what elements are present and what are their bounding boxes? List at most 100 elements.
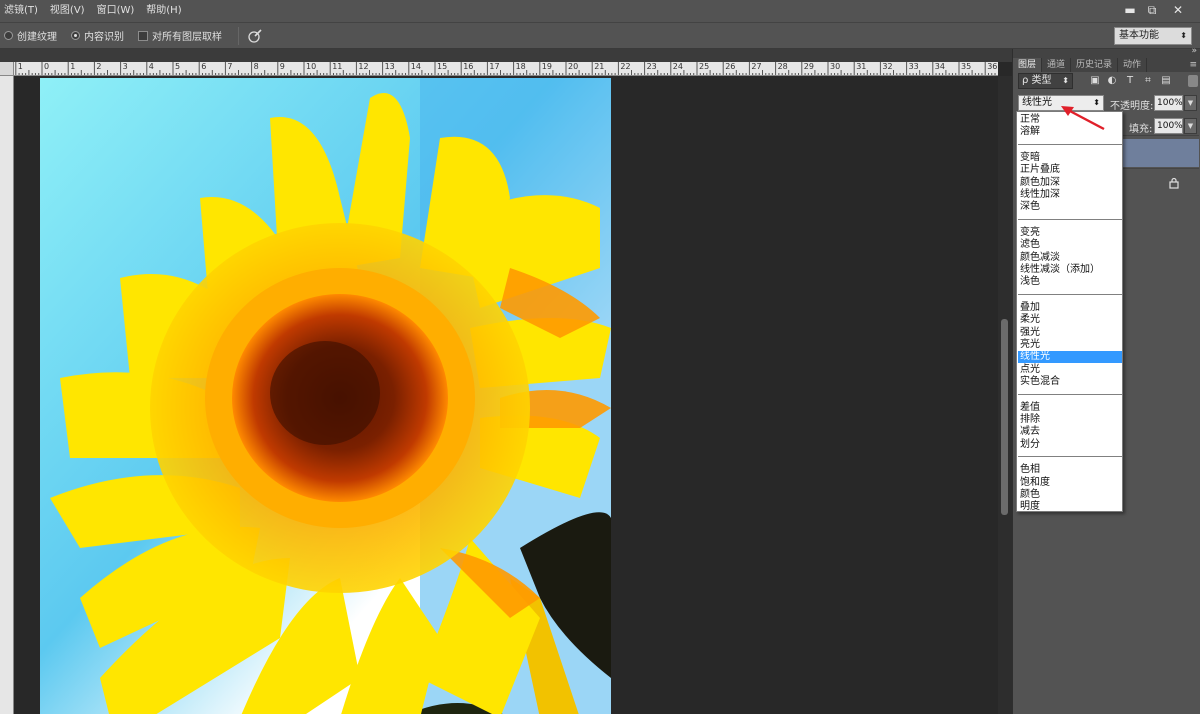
pixel-layer-filter-icon[interactable]: ▣ <box>1089 75 1101 87</box>
blend-mode-option[interactable]: 滤色 <box>1018 239 1122 251</box>
sample-all-layers-checkbox[interactable] <box>138 30 148 41</box>
ruler-label: 29 <box>803 62 814 71</box>
panel-tabs: 图层 通道 历史记录 动作 ≡ <box>1013 58 1200 72</box>
adjustment-filter-icon[interactable]: ◐ <box>1106 75 1118 87</box>
workspace-select[interactable]: 基本功能 ⬍ <box>1114 27 1192 45</box>
blend-mode-option[interactable]: 线性减淡（添加） <box>1018 264 1122 276</box>
blend-mode-option[interactable]: 线性加深 <box>1018 189 1122 201</box>
ruler-ticks <box>15 62 996 75</box>
content-aware-option[interactable]: 内容识别 <box>71 28 124 43</box>
lock-icon <box>1169 177 1179 189</box>
smart-object-filter-icon[interactable]: ▤ <box>1160 75 1172 87</box>
opacity-dropdown-button[interactable]: ▼ <box>1184 95 1197 111</box>
canvas-scrollbar[interactable] <box>998 76 1012 714</box>
tab-channels[interactable]: 通道 <box>1042 58 1072 72</box>
panel-header: » <box>1013 46 1200 58</box>
ruler-label: 14 <box>410 62 421 71</box>
create-texture-option[interactable]: 创建纹理 <box>4 28 57 43</box>
blend-mode-option[interactable]: 差值 <box>1018 402 1122 414</box>
vertical-ruler[interactable] <box>0 76 14 714</box>
blend-mode-option[interactable]: 点光 <box>1018 364 1122 376</box>
blend-mode-option[interactable]: 颜色减淡 <box>1018 252 1122 264</box>
ruler-label: 10 <box>306 62 317 71</box>
ruler-label: 17 <box>489 62 500 71</box>
blend-mode-option[interactable]: 柔光 <box>1018 314 1122 326</box>
content-aware-radio[interactable] <box>71 31 80 40</box>
blend-mode-option[interactable]: 浅色 <box>1018 276 1122 288</box>
ruler-label: 19 <box>541 62 552 71</box>
blend-mode-option[interactable]: 强光 <box>1018 327 1122 339</box>
ruler-label: 33 <box>908 62 919 71</box>
canvas-area[interactable] <box>14 76 998 714</box>
menu-help[interactable]: 帮助(H) <box>142 0 189 22</box>
fill-dropdown-button[interactable]: ▼ <box>1184 118 1197 134</box>
dropdown-divider <box>1018 393 1122 396</box>
create-texture-radio[interactable] <box>4 31 13 40</box>
pressure-brush-icon[interactable] <box>247 28 263 44</box>
horizontal-ruler[interactable]: 1 0 1 2 3 4 5 6 7 8 9 10 11 12 13 14 15 16 17 18 19 20 21 22 23 2… <box>14 62 998 76</box>
ruler-label: 32 <box>882 62 893 71</box>
blend-mode-option[interactable]: 叠加 <box>1018 302 1122 314</box>
tab-layers[interactable]: 图层 <box>1013 58 1043 72</box>
close-button[interactable]: ✕ <box>1164 0 1192 20</box>
options-divider <box>238 26 239 45</box>
menu-bar: 滤镜(T) 视图(V) 窗口(W) 帮助(H) ▬ ⧉ ✕ <box>0 0 1200 22</box>
menu-filter[interactable]: 滤镜(T) <box>0 0 46 22</box>
ruler-label: 13 <box>384 62 395 71</box>
sample-all-layers-label: 对所有图层取样 <box>152 32 222 43</box>
ruler-label: 1 <box>70 62 76 71</box>
ruler-label: 20 <box>568 62 579 71</box>
blend-mode-option[interactable]: 颜色 <box>1018 489 1122 501</box>
layer-kind-label: ρ 类型 <box>1022 75 1052 86</box>
scrollbar-thumb[interactable] <box>1001 319 1008 515</box>
ruler-label: 23 <box>646 62 657 71</box>
filter-toggle[interactable] <box>1188 75 1198 87</box>
blend-mode-option[interactable]: 颜色加深 <box>1018 177 1122 189</box>
chevron-down-icon: ⬍ <box>1180 31 1187 40</box>
ruler-label: 36 <box>987 62 998 71</box>
fill-input[interactable]: 100% <box>1154 118 1183 134</box>
ruler-label: 28 <box>777 62 788 71</box>
blend-mode-value: 线性光 <box>1022 97 1052 108</box>
tab-actions[interactable]: 动作 <box>1118 58 1148 72</box>
blend-mode-option[interactable]: 亮光 <box>1018 339 1122 351</box>
sample-all-layers-option[interactable]: 对所有图层取样 <box>138 28 222 43</box>
layer-row[interactable] <box>1122 168 1199 196</box>
ruler-label: 8 <box>253 62 259 71</box>
ruler-label: 16 <box>463 62 474 71</box>
blend-mode-option[interactable]: 实色混合 <box>1018 376 1122 388</box>
ruler-label: 21 <box>594 62 605 71</box>
blend-mode-option[interactable]: 明度 <box>1018 501 1122 513</box>
options-bar: 创建纹理 内容识别 对所有图层取样 基本功能 ⬍ <box>0 22 1200 49</box>
workspace-label: 基本功能 <box>1119 30 1159 41</box>
ruler-label: 25 <box>699 62 710 71</box>
blend-mode-option[interactable]: 划分 <box>1018 439 1122 451</box>
ruler-corner <box>0 62 14 76</box>
panel-menu-icon[interactable]: ≡ <box>1189 60 1197 70</box>
ruler-label: 22 <box>620 62 631 71</box>
blend-mode-option[interactable]: 变暗 <box>1018 152 1122 164</box>
chevron-down-icon: ⬍ <box>1062 76 1069 85</box>
content-aware-label: 内容识别 <box>84 32 124 43</box>
document-tab-strip <box>0 49 1012 62</box>
blend-mode-option[interactable]: 正片叠底 <box>1018 164 1122 176</box>
layer-row[interactable] <box>1122 139 1199 167</box>
opacity-input[interactable]: 100% <box>1154 95 1183 111</box>
blend-mode-option[interactable]: 饱和度 <box>1018 477 1122 489</box>
blend-mode-option[interactable]: 深色 <box>1018 201 1122 213</box>
blend-mode-option[interactable]: 变亮 <box>1018 227 1122 239</box>
layer-kind-select[interactable]: ρ 类型 ⬍ <box>1018 73 1073 89</box>
tab-history[interactable]: 历史记录 <box>1071 58 1119 72</box>
ruler-label: 9 <box>279 62 285 71</box>
blend-mode-option[interactable]: 减去 <box>1018 426 1122 438</box>
shape-filter-icon[interactable]: ⌗ <box>1142 75 1154 87</box>
blend-mode-option[interactable]: 色相 <box>1018 464 1122 476</box>
restore-button[interactable]: ⧉ <box>1138 0 1166 20</box>
dropdown-divider <box>1018 456 1122 459</box>
blend-mode-option[interactable]: 排除 <box>1018 414 1122 426</box>
blend-mode-option[interactable]: 线性光 <box>1018 351 1122 364</box>
menu-view[interactable]: 视图(V) <box>46 0 93 22</box>
menu-window[interactable]: 窗口(W) <box>93 0 143 22</box>
collapse-panel-icon[interactable]: » <box>1191 46 1197 56</box>
type-filter-icon[interactable]: T <box>1124 75 1136 87</box>
